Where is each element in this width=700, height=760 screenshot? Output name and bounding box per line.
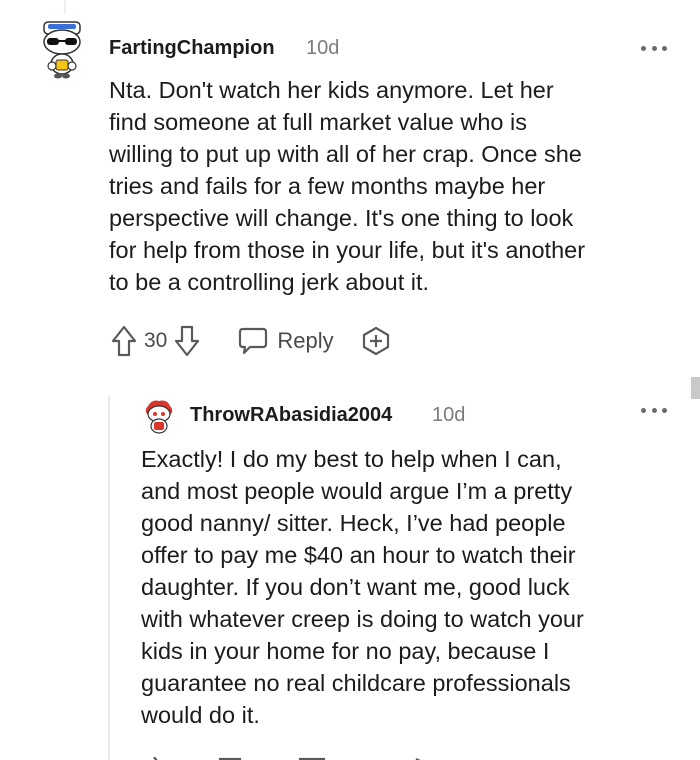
comment-line: for help from those in your life, but it… bbox=[109, 237, 586, 263]
comment-line: tries and fails for a few months maybe h… bbox=[109, 173, 546, 199]
reply-bubble-icon bbox=[237, 326, 269, 356]
reply-avatar[interactable] bbox=[142, 398, 176, 434]
reply-button[interactable]: Reply bbox=[237, 326, 334, 356]
reply-line: kids in your home for no pay, because I bbox=[141, 638, 550, 664]
comment-body: Nta. Don't watch her kids anymore. Let h… bbox=[109, 74, 679, 298]
thread-line-top bbox=[64, 0, 66, 14]
comment-line: Nta. Don't watch her kids anymore. Let h… bbox=[109, 77, 554, 103]
award-plus-icon[interactable] bbox=[360, 325, 392, 357]
reply-line: good nanny/ sitter. Heck, I’ve had peopl… bbox=[141, 510, 566, 536]
reply-line: offer to pay me $40 an hour to watch the… bbox=[141, 542, 576, 568]
reply-label: Reply bbox=[277, 328, 334, 353]
downvote-arrow-icon[interactable] bbox=[173, 324, 201, 358]
reply-line: and most people would argue I’m a pretty bbox=[141, 478, 573, 504]
vote-count: 30 bbox=[144, 329, 168, 352]
reply-line: Exactly! I do my best to help when I can… bbox=[141, 446, 562, 472]
reply-line: would do it. bbox=[141, 702, 260, 728]
reply-line: with whatever creep is doing to watch yo… bbox=[141, 606, 584, 632]
comment-line: willing to put up with all of her crap. … bbox=[109, 141, 582, 167]
reply-line: guarantee no real childcare professional… bbox=[141, 670, 571, 696]
comment-actions: 30 Reply bbox=[110, 324, 392, 358]
reply-actions-partial bbox=[140, 752, 440, 760]
more-options-icon[interactable] bbox=[641, 405, 667, 415]
reply-timestamp: 10d bbox=[432, 404, 466, 426]
reply-thread-line[interactable] bbox=[108, 396, 110, 760]
scrollbar-thumb[interactable] bbox=[691, 377, 700, 399]
comment-line: find someone at full market value who is bbox=[109, 109, 527, 135]
reply-body: Exactly! I do my best to help when I can… bbox=[141, 443, 686, 731]
reply-line: daughter. If you don’t want me, good luc… bbox=[141, 574, 570, 600]
comment-line: to be a controlling jerk about it. bbox=[109, 269, 430, 295]
comment-line: perspective will change. It's one thing … bbox=[109, 205, 574, 231]
comment-timestamp: 10d bbox=[306, 37, 340, 59]
comment-username[interactable]: FartingChampion bbox=[109, 37, 275, 60]
comment-avatar[interactable] bbox=[34, 18, 90, 80]
more-options-icon[interactable] bbox=[641, 43, 667, 53]
reply-username[interactable]: ThrowRAbasidia2004 bbox=[190, 404, 392, 427]
upvote-arrow-icon[interactable] bbox=[110, 324, 138, 358]
